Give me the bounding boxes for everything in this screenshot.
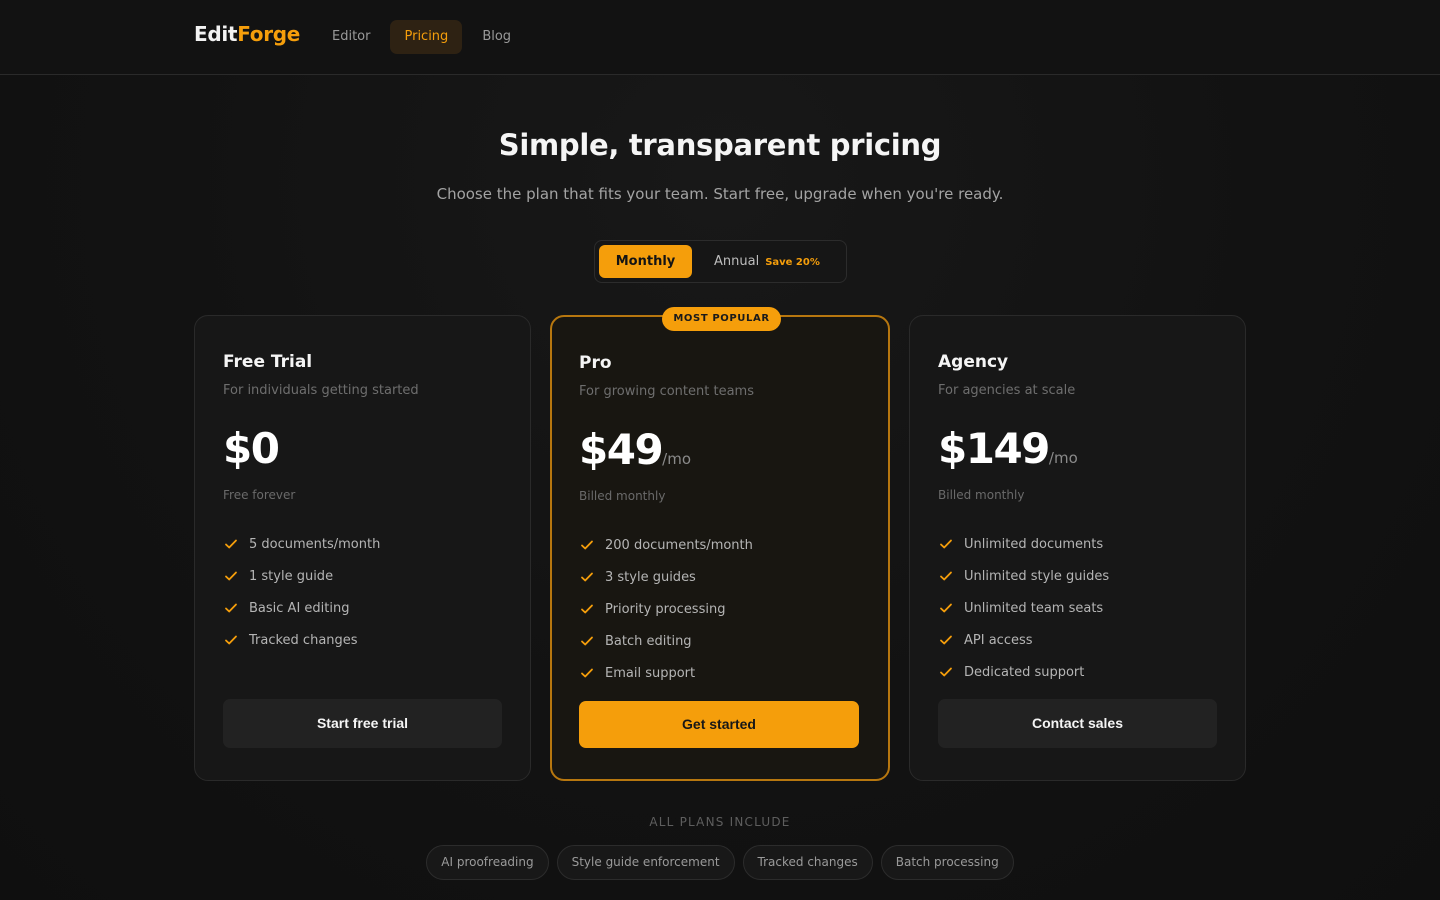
feature-item: Tracked changes — [223, 624, 380, 656]
main-nav: Editor Pricing Blog — [318, 20, 525, 54]
plan-name: Pro — [579, 353, 612, 373]
included-feature-pill: Style guide enforcement — [556, 845, 735, 880]
check-icon — [938, 568, 954, 584]
feature-item: 1 style guide — [223, 560, 380, 592]
included-feature-pill: Tracked changes — [742, 845, 873, 880]
nav-item-editor[interactable]: Editor — [318, 20, 384, 54]
feature-label: Unlimited style guides — [964, 568, 1110, 584]
feature-item: Priority processing — [579, 593, 753, 625]
feature-label: 200 documents/month — [605, 537, 753, 553]
annual-toggle-button[interactable]: Annual Save 20% — [714, 245, 820, 278]
price-period: /mo — [1048, 449, 1078, 467]
check-icon — [223, 536, 239, 552]
feature-item: Unlimited documents — [938, 528, 1109, 560]
check-icon — [938, 632, 954, 648]
price-period: /mo — [662, 450, 692, 468]
plan-price: $49/mo — [579, 425, 691, 474]
plan-description: For individuals getting started — [223, 383, 419, 398]
plan-card-agency: Agency For agencies at scale $149/mo Bil… — [909, 315, 1246, 781]
feature-label: 1 style guide — [249, 568, 334, 584]
plan-card-pro: MOST POPULAR Pro For growing content tea… — [550, 307, 890, 781]
page-subtitle: Choose the plan that fits your team. Sta… — [436, 185, 1004, 203]
feature-item: Batch editing — [579, 625, 753, 657]
most-popular-badge: MOST POPULAR — [662, 307, 781, 331]
feature-item: API access — [938, 624, 1109, 656]
feature-label: Unlimited team seats — [964, 600, 1104, 616]
feature-list: 200 documents/month 3 style guides Prior… — [579, 529, 753, 689]
feature-list: 5 documents/month 1 style guide Basic AI… — [223, 528, 380, 656]
price-amount: $0 — [223, 424, 280, 473]
included-feature-pill: Batch processing — [880, 845, 1014, 880]
page-title: Simple, transparent pricing — [498, 128, 942, 162]
nav-item-blog[interactable]: Blog — [468, 20, 525, 54]
brand-name-part1: Edit — [194, 22, 238, 46]
monthly-toggle-button[interactable]: Monthly — [599, 245, 692, 278]
feature-label: Basic AI editing — [249, 600, 350, 616]
check-icon — [223, 568, 239, 584]
feature-label: Tracked changes — [249, 632, 358, 648]
check-icon — [579, 569, 595, 585]
feature-item: Unlimited team seats — [938, 592, 1109, 624]
billing-note: Billed monthly — [579, 489, 666, 503]
annual-discount-badge: Save 20% — [765, 257, 820, 268]
feature-list: Unlimited documents Unlimited style guid… — [938, 528, 1109, 688]
contact-sales-button[interactable]: Contact sales — [938, 699, 1217, 748]
price-amount: $149 — [938, 424, 1050, 473]
included-features-list: AI proofreading Style guide enforcement … — [0, 845, 1440, 880]
plan-name: Agency — [938, 352, 1009, 372]
check-icon — [223, 632, 239, 648]
billing-note: Free forever — [223, 488, 296, 502]
plan-name: Free Trial — [223, 352, 313, 372]
feature-item: 3 style guides — [579, 561, 753, 593]
nav-item-pricing[interactable]: Pricing — [390, 20, 463, 54]
feature-item: Email support — [579, 657, 753, 689]
feature-item: Unlimited style guides — [938, 560, 1109, 592]
billing-period-toggle: Monthly Annual Save 20% — [594, 240, 847, 283]
brand-logo[interactable]: EditForge — [194, 22, 300, 46]
plan-price: $0 — [223, 424, 280, 473]
feature-item: 200 documents/month — [579, 529, 753, 561]
feature-item: Basic AI editing — [223, 592, 380, 624]
feature-label: API access — [964, 632, 1033, 648]
check-icon — [938, 664, 954, 680]
check-icon — [579, 601, 595, 617]
brand-name-part2: Forge — [237, 22, 301, 46]
check-icon — [938, 600, 954, 616]
plan-card-free-trial: Free Trial For individuals getting start… — [194, 315, 531, 781]
billing-note: Billed monthly — [938, 488, 1025, 502]
plan-description: For growing content teams — [579, 384, 754, 399]
check-icon — [579, 537, 595, 553]
feature-label: 3 style guides — [605, 569, 696, 585]
feature-label: Batch editing — [605, 633, 692, 649]
top-navigation-bar: EditForge Editor Pricing Blog — [0, 0, 1440, 75]
included-feature-pill: AI proofreading — [426, 845, 549, 880]
feature-label: Email support — [605, 665, 696, 681]
feature-label: Unlimited documents — [964, 536, 1104, 552]
check-icon — [579, 633, 595, 649]
feature-label: 5 documents/month — [249, 536, 381, 552]
feature-label: Priority processing — [605, 601, 726, 617]
start-free-trial-button[interactable]: Start free trial — [223, 699, 502, 748]
feature-item: Dedicated support — [938, 656, 1109, 688]
feature-item: 5 documents/month — [223, 528, 380, 560]
get-started-button[interactable]: Get started — [579, 701, 859, 748]
plan-price: $149/mo — [938, 424, 1078, 473]
all-plans-include-heading: ALL PLANS INCLUDE — [649, 815, 791, 829]
price-amount: $49 — [579, 425, 664, 474]
check-icon — [579, 665, 595, 681]
check-icon — [223, 600, 239, 616]
plan-description: For agencies at scale — [938, 383, 1076, 398]
check-icon — [938, 536, 954, 552]
annual-toggle-label: Annual — [714, 254, 760, 269]
feature-label: Dedicated support — [964, 664, 1085, 680]
